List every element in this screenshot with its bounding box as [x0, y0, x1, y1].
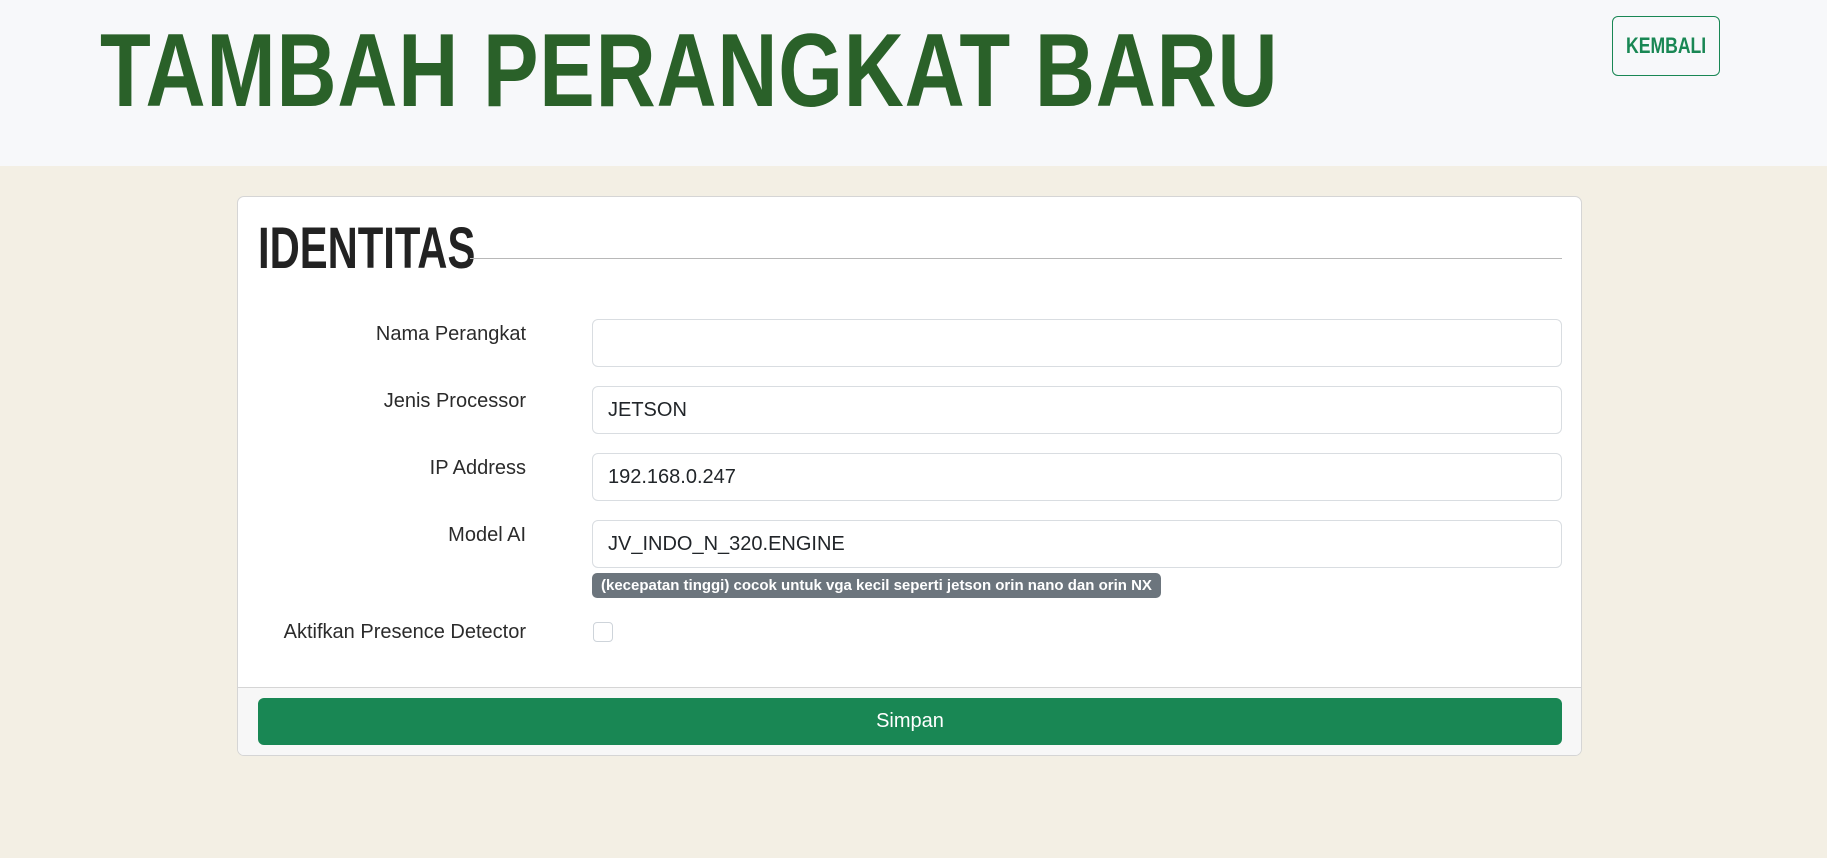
back-button-label: KEMBALI — [1625, 33, 1707, 58]
presence-detector-label: Aktifkan Presence Detector — [283, 621, 526, 643]
card-footer: Simpan — [238, 687, 1581, 755]
processor-type-input[interactable] — [592, 386, 1562, 434]
device-name-label: Nama Perangkat — [375, 323, 526, 345]
section-divider — [470, 258, 1562, 259]
save-button[interactable]: Simpan — [258, 698, 1562, 745]
page-header: TAMBAH PERANGKAT BARU KEMBALI — [0, 0, 1827, 166]
section-title: IDENTITAS — [258, 216, 476, 281]
device-name-input[interactable] — [592, 319, 1562, 367]
back-button[interactable]: KEMBALI — [1612, 16, 1720, 76]
model-ai-hint-badge: (kecepatan tinggi) cocok untuk vga kecil… — [592, 573, 1161, 598]
ip-address-label: IP Address — [429, 457, 526, 479]
model-ai-input[interactable] — [592, 520, 1562, 568]
device-form-card: IDENTITAS Nama Perangkat Jenis Processor… — [237, 196, 1582, 756]
page-title: TAMBAH PERANGKAT BARU — [100, 13, 1279, 129]
model-ai-label: Model AI — [448, 524, 526, 546]
processor-type-label: Jenis Processor — [383, 390, 526, 412]
ip-address-input[interactable] — [592, 453, 1562, 501]
presence-detector-checkbox[interactable] — [593, 622, 613, 642]
